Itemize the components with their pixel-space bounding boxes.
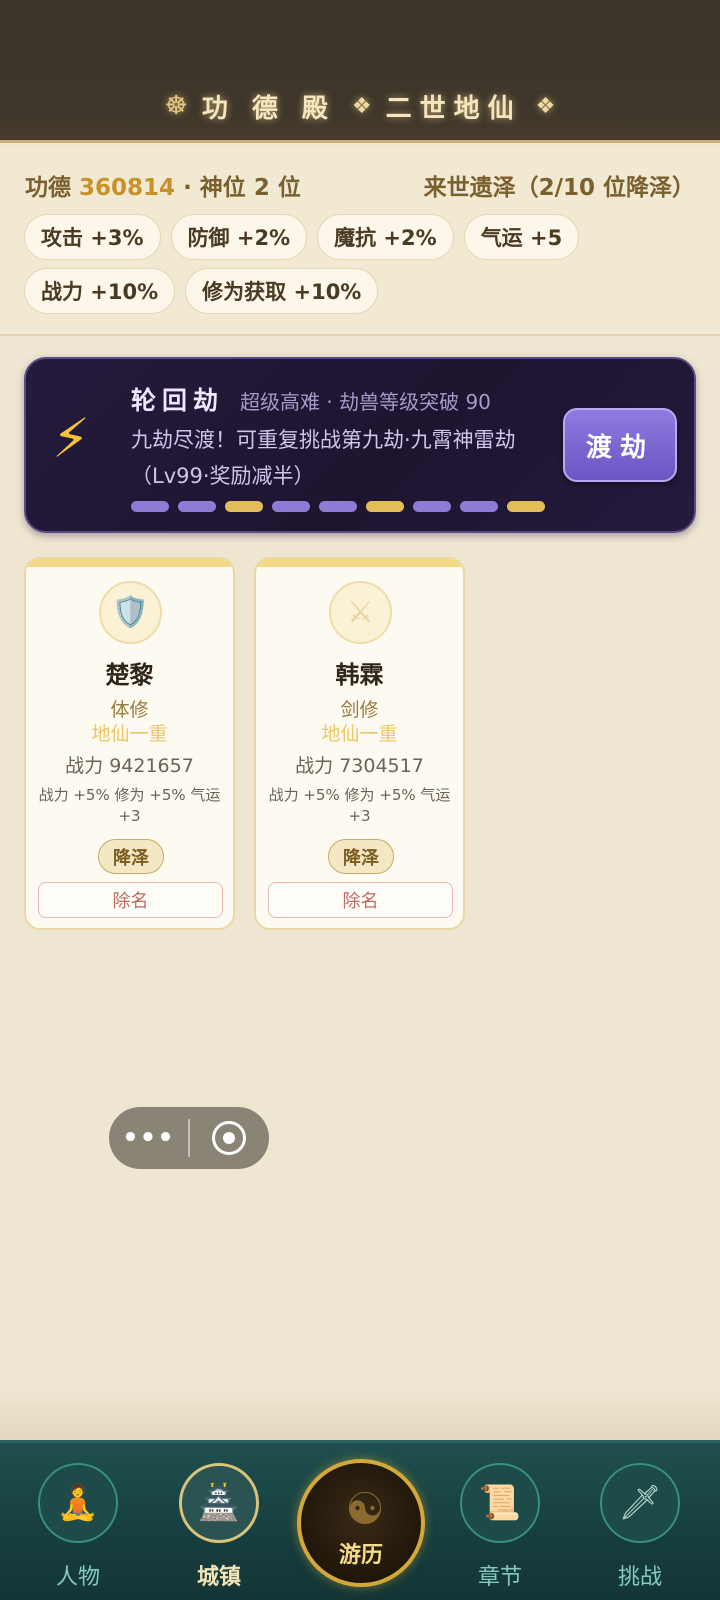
tribulation-description: 九劫尽渡！可重复挑战第九劫·九霄神雷劫（Lv99·奖励减半） [131, 428, 516, 488]
bonus-chips: 攻击 +3% 防御 +2% 魔抗 +2% 气运 +5 战力 +10% 修为获取 … [24, 214, 704, 314]
cross-tribulation-button[interactable]: 渡劫 [563, 408, 677, 482]
merit-value: 360814 [79, 175, 176, 201]
dharma-wheel-icon: ☸ [164, 91, 188, 121]
ornament-icon: ❖ [535, 93, 556, 119]
rank-title: 二世地仙 [385, 93, 522, 124]
progress-pip [460, 501, 498, 512]
bless-button[interactable]: 降泽 [328, 839, 394, 874]
nav-item-town[interactable]: 🏯 城镇 [159, 1463, 279, 1593]
member-realm: 地仙一重 [91, 723, 168, 745]
nav-label: 游历 [338, 1543, 383, 1568]
bonus-chip: 气运 +5 [463, 214, 580, 260]
nav-item-challenge[interactable]: 🗡 挑战 [580, 1463, 700, 1593]
progress-pip [413, 501, 451, 512]
sword-icon: ⚔ [329, 581, 392, 644]
member-bonus: 战力 +5% 修为 +5% 气运 +3 [268, 786, 451, 825]
nav-label: 章节 [477, 1565, 522, 1590]
bonus-chip: 修为获取 +10% [185, 268, 379, 314]
target-ring [212, 1121, 246, 1155]
member-power: 战力 7304517 [295, 755, 424, 777]
miniprogram-capsule: ••• [109, 1107, 269, 1169]
nav-item-character[interactable]: 🧘 人物 [18, 1463, 138, 1593]
member-power: 战力 9421657 [65, 755, 194, 777]
close-target-icon[interactable] [190, 1121, 269, 1155]
nav-label: 人物 [55, 1565, 100, 1590]
bonus-chip: 防御 +2% [170, 214, 308, 260]
progress-pip [507, 501, 545, 512]
remove-button[interactable]: 除名 [38, 882, 223, 918]
member-class: 体修 [110, 699, 149, 721]
bonus-chip: 战力 +10% [24, 268, 176, 314]
character-icon: 🧘 [38, 1463, 118, 1543]
slot-count: · 神位 2 位 [183, 175, 301, 201]
progress-pip [366, 501, 404, 512]
member-name: 韩霖 [335, 661, 384, 689]
sword-icon: 🗡 [600, 1463, 680, 1543]
yin-yang-icon: ☯ [345, 1483, 385, 1535]
lightning-icon: ⚡ [52, 407, 90, 470]
bonus-chip: 攻击 +3% [24, 214, 161, 260]
progress-pip [178, 501, 216, 512]
header-title: ☸ 功德殿 ❖ 二世地仙 ❖ [0, 84, 720, 128]
progress-pip [131, 501, 169, 512]
target-dot [223, 1132, 235, 1144]
merit-label: 功德 [25, 175, 71, 201]
bonus-chip: 魔抗 +2% [317, 214, 454, 260]
nav-label: 挑战 [617, 1565, 662, 1590]
ornament-icon: ❖ [351, 93, 372, 119]
member-card: ⚔ 韩霖 剑修 地仙一重 战力 7304517 战力 +5% 修为 +5% 气运… [254, 557, 465, 930]
nav-item-chapter[interactable]: 📜 章节 [440, 1463, 560, 1593]
bless-button[interactable]: 降泽 [98, 839, 164, 874]
progress-pip [272, 501, 310, 512]
more-icon[interactable]: ••• [109, 1123, 188, 1153]
progress-pip [225, 501, 263, 512]
tribulation-title: 轮回劫 [131, 386, 225, 415]
tribulation-progress [131, 501, 545, 512]
shield-icon: 🛡️ [99, 581, 162, 644]
scroll-icon: 📜 [460, 1463, 540, 1543]
legacy-info: 来世遗泽（2/10 位降泽） [423, 175, 695, 201]
merit-summary: 功德 360814 · 神位 2 位 来世遗泽（2/10 位降泽） [25, 168, 695, 202]
tribulation-subtitle: 超级高难 · 劫兽等级突破 90 [240, 390, 491, 414]
nav-fade [0, 1388, 720, 1440]
merit-info: 功德 360814 · 神位 2 位 [25, 168, 301, 202]
member-bonus: 战力 +5% 修为 +5% 气运 +3 [38, 786, 221, 825]
page-header: ☸ 功德殿 ❖ 二世地仙 ❖ [0, 0, 720, 143]
nav-label: 城镇 [196, 1565, 241, 1590]
tribulation-title-row: 轮回劫 超级高难 · 劫兽等级突破 90 [131, 381, 491, 415]
member-name: 楚黎 [105, 661, 154, 689]
tribulation-banner: ⚡ 轮回劫 超级高难 · 劫兽等级突破 90 九劫尽渡！可重复挑战第九劫·九霄神… [24, 357, 696, 533]
merit-stats-panel: 功德 360814 · 神位 2 位 来世遗泽（2/10 位降泽） 攻击 +3%… [0, 146, 720, 336]
member-realm: 地仙一重 [321, 723, 398, 745]
member-card: 🛡️ 楚黎 体修 地仙一重 战力 9421657 战力 +5% 修为 +5% 气… [24, 557, 235, 930]
town-icon: 🏯 [179, 1463, 259, 1543]
member-class: 剑修 [340, 699, 379, 721]
nav-item-travel[interactable]: ☯ 游历 [297, 1459, 425, 1587]
remove-button[interactable]: 除名 [268, 882, 453, 918]
progress-pip [319, 501, 357, 512]
hall-name: 功德殿 [201, 93, 352, 124]
